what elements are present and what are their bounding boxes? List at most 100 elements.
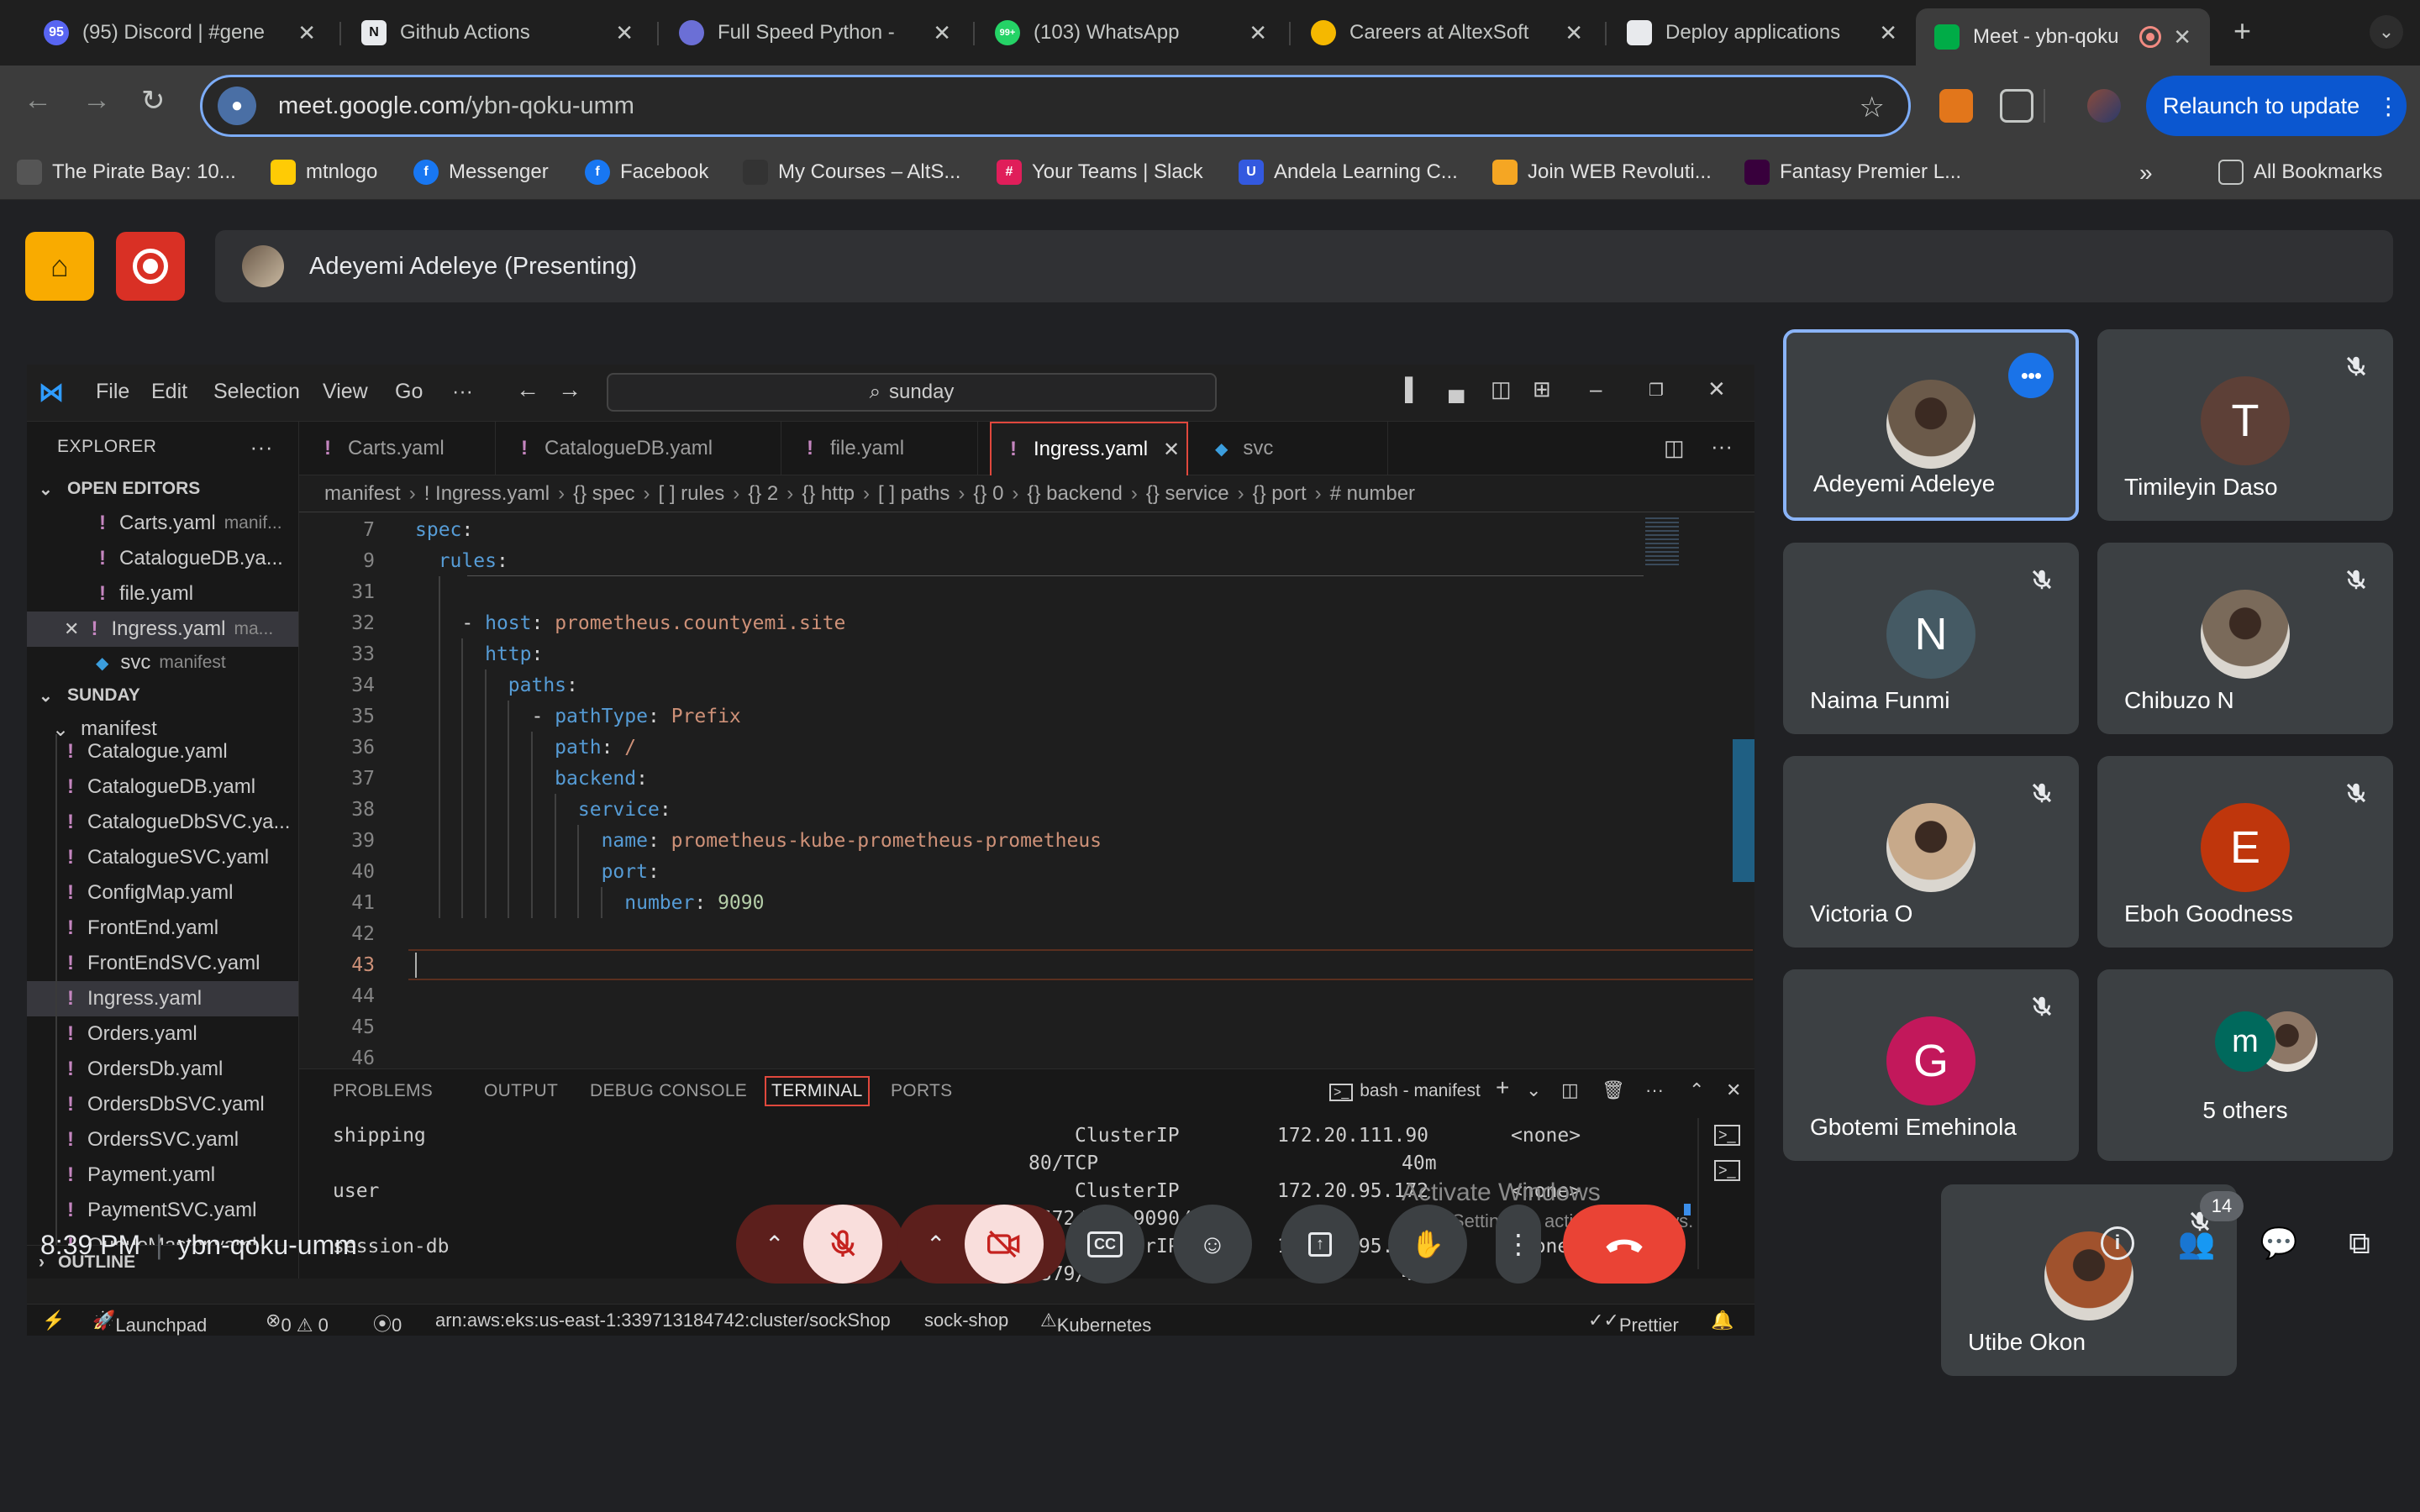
file-item[interactable]: ! FrontEnd.yaml — [27, 911, 298, 946]
file-item[interactable]: ! CatalogueSVC.yaml — [27, 840, 298, 875]
breadcrumb-item[interactable]: {} 2 — [748, 482, 778, 506]
menu-selection[interactable]: Selection — [213, 380, 300, 404]
file-item[interactable]: ! OrdersSVC.yaml — [27, 1122, 298, 1158]
people-icon[interactable]: 👥 — [2171, 1218, 2222, 1268]
launchpad-status[interactable]: 🚀 Launchpad — [92, 1310, 207, 1336]
command-center-search[interactable]: ⌕ sunday — [607, 373, 1217, 412]
captions-button[interactable]: CC — [1065, 1205, 1144, 1284]
participant-tile[interactable]: m 5 others — [2097, 969, 2393, 1161]
editor-tab-ingress[interactable]: ! Ingress.yaml ✕ — [990, 422, 1188, 475]
panel-tab-output[interactable]: OUTPUT — [484, 1081, 558, 1101]
prettier-status[interactable]: ✓✓ Prettier — [1588, 1310, 1679, 1336]
file-item[interactable]: ! CatalogueDbSVC.ya... — [27, 805, 298, 840]
close-tab-icon[interactable]: ✕ — [2173, 24, 2191, 50]
code-line[interactable]: 43 — [299, 949, 1754, 980]
bookmark-star-icon[interactable]: ☆ — [1860, 91, 1885, 124]
breadcrumb-item[interactable]: [ ] paths — [878, 482, 950, 506]
menu-file[interactable]: File — [96, 380, 129, 404]
bookmark-web-revolution[interactable]: Join WEB Revoluti... — [1492, 160, 1712, 185]
open-editor-item[interactable]: ! file.yaml — [27, 576, 298, 612]
browser-tab-deploy-applications[interactable]: Deploy applications ✕ — [1608, 7, 1916, 59]
code-line[interactable]: 40 port: — [299, 856, 1754, 887]
breadcrumb-item[interactable]: {} spec — [573, 482, 634, 506]
chevron-down-icon[interactable]: ⌄ — [1526, 1079, 1541, 1101]
companion-mode-button[interactable]: ⌂ — [25, 232, 94, 301]
participant-tile[interactable]: Adeyemi Adeleye ••• — [1783, 329, 2079, 521]
workspace-section[interactable]: ⌄ SUNDAY — [27, 679, 298, 712]
editor-tab-file[interactable]: ! file.yaml — [781, 422, 978, 475]
camera-toggle-button[interactable] — [965, 1205, 1044, 1284]
more-icon[interactable]: ··· — [1645, 1079, 1664, 1101]
raise-hand-button[interactable]: ✋ — [1388, 1205, 1467, 1284]
file-item[interactable]: ! CatalogueDB.yaml — [27, 769, 298, 805]
extensions-puzzle-icon[interactable] — [2000, 89, 2033, 123]
code-line[interactable]: 45 — [299, 1011, 1754, 1042]
browser-tab-github-actions[interactable]: N Github Actions ✕ — [343, 7, 652, 59]
file-item[interactable]: ! PaymentSVC.yaml — [27, 1193, 298, 1228]
editor-more-actions-icon[interactable]: ··· — [1711, 433, 1733, 459]
code-line[interactable]: 38 service: — [299, 794, 1754, 825]
breadcrumb-item[interactable]: {} http — [802, 482, 855, 506]
breadcrumb-item[interactable]: {} port — [1253, 482, 1307, 506]
breadcrumb-item[interactable]: {} service — [1146, 482, 1229, 506]
tab-search-icon[interactable]: ⌄ — [2370, 15, 2403, 49]
reload-icon[interactable]: ↻ — [141, 84, 166, 118]
close-tab-icon[interactable]: ✕ — [1879, 20, 1897, 46]
browser-tab-whatsapp[interactable]: 99+ (103) WhatsApp ✕ — [976, 7, 1286, 59]
address-bar[interactable]: ● meet.google.com/ybn-qoku-umm ☆ — [200, 75, 1911, 137]
more-actions-icon[interactable]: ··· — [250, 434, 273, 460]
code-editor[interactable]: 7 spec: 9 rules: 31 32 - host: prometheus.c… — [299, 514, 1754, 1068]
ports-status[interactable]: ⦿ 0 — [373, 1310, 402, 1336]
participant-tile[interactable]: Utibe Okon — [1941, 1184, 2237, 1376]
panel-tab-problems[interactable]: PROBLEMS — [333, 1081, 433, 1101]
close-tab-icon[interactable]: ✕ — [1249, 20, 1267, 46]
kebab-menu-icon[interactable]: ⋮ — [2376, 92, 2400, 120]
bookmark-pirate-bay[interactable]: The Pirate Bay: 10... — [17, 160, 236, 185]
code-line[interactable]: 44 — [299, 980, 1754, 1011]
microphone-toggle-button[interactable] — [803, 1205, 882, 1284]
file-item[interactable]: ! OrdersDbSVC.yaml — [27, 1087, 298, 1122]
code-line[interactable]: 9 rules: — [299, 545, 1754, 576]
more-options-button[interactable]: ⋮ — [1496, 1205, 1541, 1284]
new-terminal-icon[interactable]: + — [1496, 1074, 1509, 1101]
menu-view[interactable]: View — [323, 380, 368, 404]
recording-button[interactable] — [116, 232, 185, 301]
menu-more[interactable]: ··· — [452, 380, 473, 404]
breadcrumb-item[interactable]: ! Ingress.yaml — [424, 482, 550, 506]
close-tab-icon[interactable]: ✕ — [1163, 438, 1180, 462]
menu-edit[interactable]: Edit — [151, 380, 187, 404]
file-item[interactable]: ! ConfigMap.yaml — [27, 875, 298, 911]
code-line[interactable]: 7 spec: — [299, 514, 1754, 545]
terminal-scrollbar[interactable] — [1684, 1204, 1691, 1215]
more-bookmarks-icon[interactable]: » — [2139, 160, 2153, 186]
code-line[interactable]: 42 — [299, 918, 1754, 949]
code-line[interactable]: 33 http: — [299, 638, 1754, 669]
toggle-panel-icon[interactable]: ▄ — [1449, 376, 1464, 402]
nav-forward-icon[interactable]: → — [558, 376, 581, 403]
open-editors-section[interactable]: ⌄ OPEN EDITORS — [27, 472, 298, 506]
bookmark-andela[interactable]: U Andela Learning C... — [1239, 160, 1458, 185]
toggle-secondary-sidebar-icon[interactable]: ◫ — [1491, 376, 1512, 402]
open-editor-item[interactable]: ◆ svc manifest — [27, 647, 298, 679]
minimize-icon[interactable]: – — [1590, 376, 1602, 402]
file-item[interactable]: ! Payment.yaml — [27, 1158, 298, 1193]
file-item[interactable]: ! Catalogue.yaml — [27, 734, 298, 769]
split-editor-icon[interactable]: ◫ — [1664, 435, 1685, 461]
close-tab-icon[interactable]: ✕ — [1565, 20, 1583, 46]
close-tab-icon[interactable]: ✕ — [933, 20, 951, 46]
participant-tile[interactable]: Victoria O — [1783, 756, 2079, 948]
code-line[interactable]: 34 paths: — [299, 669, 1754, 701]
file-item[interactable]: ! Orders.yaml — [27, 1016, 298, 1052]
close-panel-icon[interactable]: ✕ — [1726, 1079, 1741, 1101]
participant-tile[interactable]: Chibuzo N — [2097, 543, 2393, 734]
open-editor-item-active[interactable]: ✕! Ingress.yaml ma... — [27, 612, 298, 647]
breadcrumb-item[interactable]: [ ] rules — [659, 482, 725, 506]
microphone-icon[interactable]: ● — [218, 87, 256, 125]
meeting-details-icon[interactable]: i — [2092, 1218, 2143, 1268]
code-line[interactable]: 32 - host: prometheus.countyemi.site — [299, 607, 1754, 638]
participant-tile[interactable]: T Timileyin Daso — [2097, 329, 2393, 521]
activities-icon[interactable]: ⧉ — [2334, 1218, 2385, 1268]
browser-tab-discord[interactable]: 95 (95) Discord | #gene ✕ — [25, 7, 334, 59]
code-line[interactable]: 35 - pathType: Prefix — [299, 701, 1754, 732]
forward-icon[interactable]: → — [82, 84, 111, 117]
